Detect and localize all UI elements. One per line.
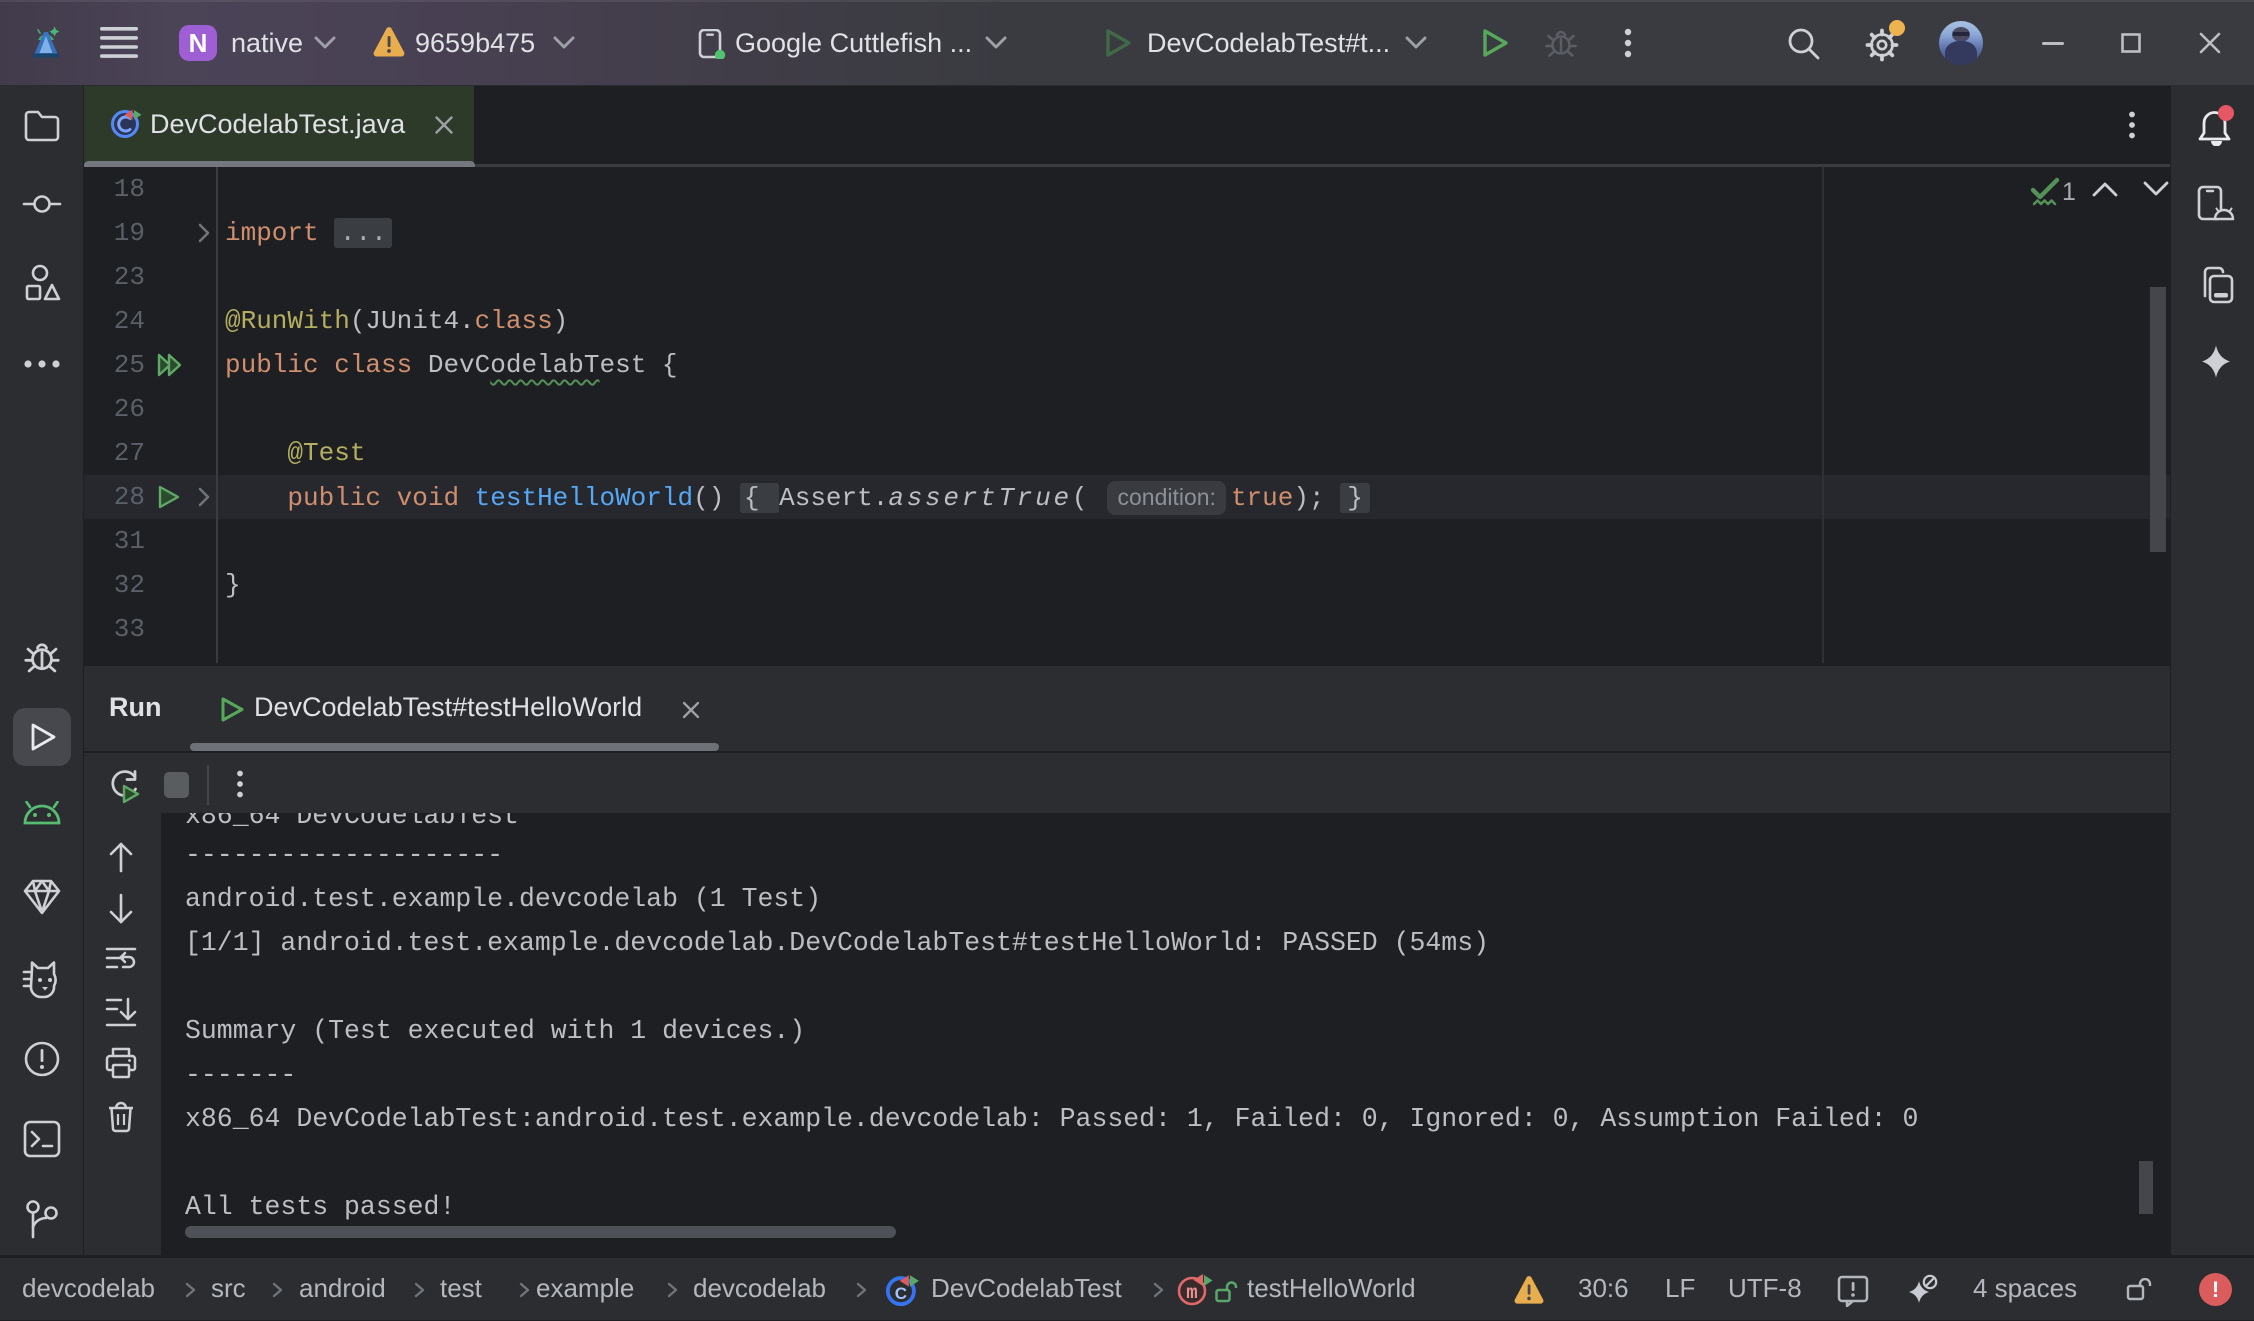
svg-text:C: C — [895, 1284, 907, 1303]
svg-text:m: m — [1186, 1282, 1197, 1304]
